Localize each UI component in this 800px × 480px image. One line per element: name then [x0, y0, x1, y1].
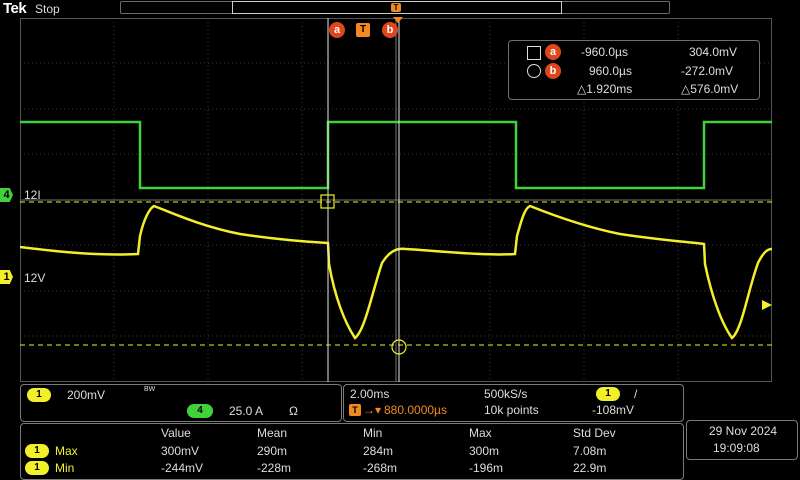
acquisition-state[interactable]: Stop	[35, 2, 60, 16]
measurement-stddev: 22.9m	[573, 461, 607, 475]
cursor-b-readout-marker: b	[545, 63, 561, 79]
bandwidth-limit-icon: BW	[144, 386, 156, 393]
measurement-header-max: Max	[469, 426, 492, 440]
cursor-b-circle-icon	[527, 64, 541, 78]
cursor-delta-value: △576.0mV	[681, 82, 739, 96]
cursor-a-readout-marker: a	[545, 44, 561, 60]
measurement-header-min: Min	[363, 426, 383, 440]
cursor-b-marker[interactable]: b	[382, 22, 398, 38]
measurement-header-stddev: Std Dev	[573, 426, 616, 440]
trigger-position-arrow	[393, 17, 403, 23]
trigger-source-badge: 1	[596, 387, 620, 401]
horizontal-trigger-panel[interactable]: 2.00ms 500kS/s 1 / T →▾ 880.0000µs 10k p…	[343, 384, 684, 422]
trigger-position-icon: T	[349, 404, 361, 416]
trigger-position: 880.0000µs	[384, 403, 447, 417]
measurements-panel[interactable]: Value Mean Min Max Std Dev 1 Max 300mV 2…	[20, 423, 684, 480]
measurement-header-value: Value	[161, 426, 191, 440]
cursor-a-marker[interactable]: a	[329, 22, 345, 38]
measurement-min: -268m	[363, 461, 398, 475]
measurement-header-mean: Mean	[257, 426, 288, 440]
measurement-row-name: Max	[55, 444, 78, 458]
ch4-scale: 25.0 A	[229, 404, 264, 418]
measurement-stddev: 7.08m	[573, 444, 607, 458]
cursor-a-value: 304.0mV	[689, 45, 738, 59]
measurement-min: 284m	[363, 444, 394, 458]
measurement-mean: -228m	[257, 461, 292, 475]
cursor-a-time: -960.0µs	[581, 45, 628, 59]
trigger-level-arrow	[762, 300, 772, 310]
cursor-delta-time: △1.920ms	[577, 82, 633, 96]
measurement-value: -244mV	[161, 461, 204, 475]
measurement-row-name: Min	[55, 461, 75, 475]
measurement-row-channel-badge: 1	[25, 461, 49, 475]
measurement-max: -196m	[469, 461, 504, 475]
timebase-scale: 2.00ms	[350, 387, 390, 401]
trigger-slope-icon: /	[634, 387, 638, 401]
ch4-badge: 4	[187, 404, 213, 418]
measurement-max: 300m	[469, 444, 500, 458]
trigger-level: -108mV	[592, 403, 635, 417]
brand-logo: Tek	[3, 0, 27, 17]
ch1-badge: 1	[27, 388, 51, 402]
ch4-label: 12I	[24, 188, 41, 202]
datetime-panel[interactable]: 29 Nov 2024 19:09:08	[686, 420, 798, 460]
cursor-b-time: 960.0µs	[589, 64, 632, 78]
ch1-scale: 200mV	[67, 388, 106, 402]
ch1-marker-number: 1	[3, 271, 10, 283]
trigger-marker[interactable]: T	[356, 23, 370, 37]
ch4-ground-marker[interactable]: 4	[0, 188, 13, 202]
cursor-a-square-icon	[527, 46, 541, 60]
date-display: 29 Nov 2024	[709, 424, 778, 438]
ch4-marker-number: 4	[3, 189, 10, 201]
cursor-b-value: -272.0mV	[681, 64, 734, 78]
measurement-mean: 290m	[257, 444, 288, 458]
overview-trigger-marker: T	[391, 3, 401, 12]
trigger-delay-arrow-icon: →▾	[363, 403, 382, 417]
measurement-row-channel-badge: 1	[25, 444, 49, 458]
record-length: 10k points	[484, 403, 539, 417]
ch1-label: 12V	[24, 271, 46, 285]
vertical-settings-panel[interactable]: 1 200mV BW 4 25.0 A Ω	[20, 384, 342, 422]
time-display: 19:09:08	[713, 441, 760, 455]
ch1-ground-marker[interactable]: 1	[0, 270, 13, 284]
sample-rate: 500kS/s	[484, 387, 528, 401]
measurement-value: 300mV	[161, 444, 200, 458]
cursor-readout-panel[interactable]: a -960.0µs 304.0mV b 960.0µs -272.0mV △1…	[508, 40, 760, 100]
ch4-coupling-icon: Ω	[289, 404, 298, 418]
